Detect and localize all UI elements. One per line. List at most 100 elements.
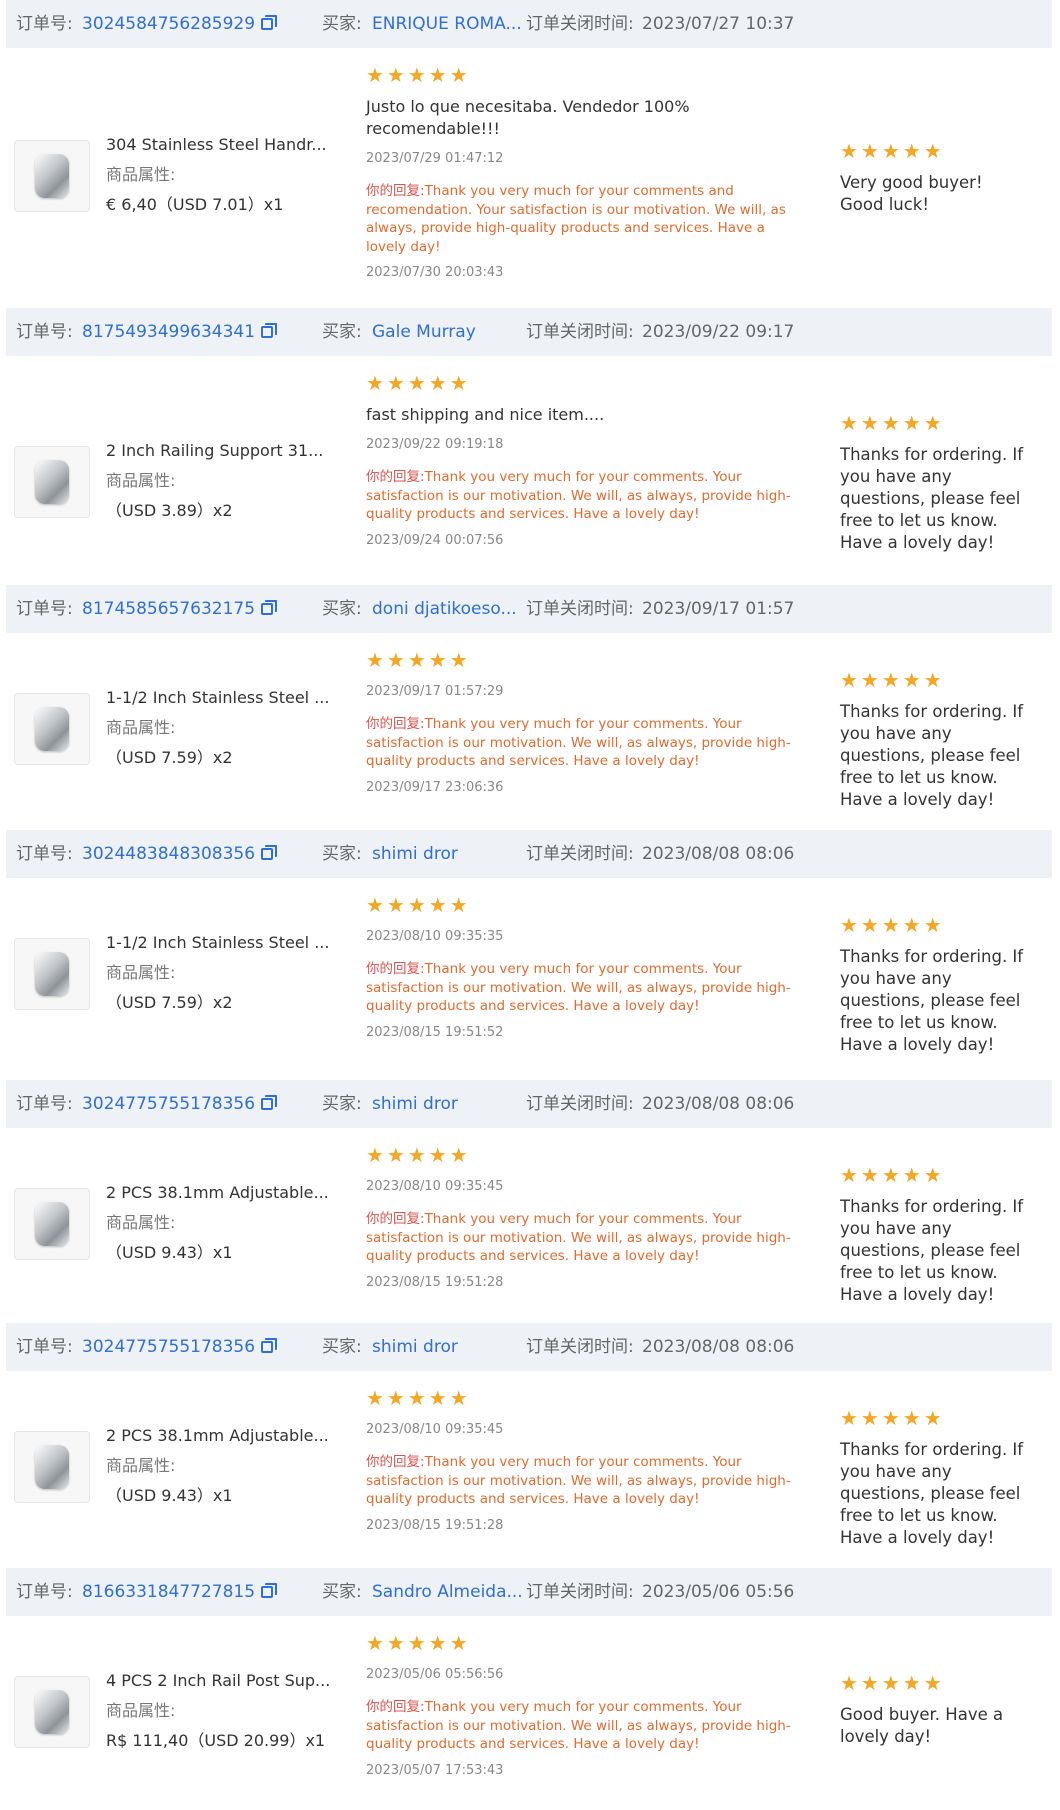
product-attributes-label: 商品属性: xyxy=(106,165,176,184)
copy-icon[interactable] xyxy=(261,600,278,615)
order-header: 订单号: 8174585657632175 买家: doni djatikoeso..… xyxy=(6,585,1052,633)
reply-text: Thank you very much for your comments. Y… xyxy=(366,961,791,1014)
product-thumbnail[interactable] xyxy=(14,1676,90,1748)
buyer-name-link[interactable]: Gale Murray xyxy=(372,308,476,356)
buyer-name-link[interactable]: Sandro Almeida... xyxy=(372,1568,523,1616)
buyer-name-link[interactable]: shimi dror xyxy=(372,830,458,878)
order-header: 订单号: 8175493499634341 买家: Gale Murray 订单关闭时间… xyxy=(6,308,1052,356)
reply-text: Thank you very much for your comments. Y… xyxy=(366,716,791,769)
rating-stars: ★★★★★ xyxy=(366,893,471,917)
product-thumbnail[interactable] xyxy=(14,693,90,765)
closed-time-label: 订单关闭时间: xyxy=(526,14,634,34)
feedback-stars: ★★★★★ xyxy=(840,1406,945,1430)
product-title[interactable]: 2 PCS 38.1mm Adjustable... xyxy=(106,1421,346,1451)
product-thumbnail[interactable] xyxy=(14,140,90,212)
reply-date: 2023/07/30 20:03:43 xyxy=(366,265,504,280)
product-thumbnail[interactable] xyxy=(14,938,90,1010)
buyer-review: ★★★★★ 2023/08/10 09:35:45 你的回复:Thank you v… xyxy=(366,1144,806,1292)
order-card: 订单号: 3024775755178356 买家: shimi dror 订单关闭时间:… xyxy=(0,1080,1060,1323)
product-title[interactable]: 304 Stainless Steel Handr... xyxy=(106,130,346,160)
buyer-name-link[interactable]: ENRIQUE ROMA... xyxy=(372,0,522,48)
product-attributes-label: 商品属性: xyxy=(106,1213,176,1232)
product-title[interactable]: 1-1/2 Inch Stainless Steel ... xyxy=(106,928,346,958)
order-number-link[interactable]: 8166331847727815 xyxy=(82,1582,255,1602)
order-number[interactable]: 3024775755178356 xyxy=(82,1080,278,1128)
seller-feedback: ★★★★★ Good buyer. Have a lovely day! xyxy=(840,1672,1030,1748)
product-title[interactable]: 4 PCS 2 Inch Rail Post Sup... xyxy=(106,1666,346,1696)
product-image xyxy=(35,707,69,751)
order-header: 订单号: 8166331847727815 买家: Sandro Almeida...… xyxy=(6,1568,1052,1616)
reply-text: Thank you very much for your comments. Y… xyxy=(366,1211,791,1264)
buyer-label: 买家: xyxy=(322,1337,362,1357)
order-number-link[interactable]: 3024584756285929 xyxy=(82,14,255,34)
product-thumbnail[interactable] xyxy=(14,1188,90,1260)
buyer-review: ★★★★★ 2023/08/10 09:35:45 你的回复:Thank you v… xyxy=(366,1387,806,1535)
product-title[interactable]: 1-1/2 Inch Stainless Steel ... xyxy=(106,683,346,713)
product-price: （USD 7.59）x2 xyxy=(106,993,233,1012)
seller-reply: 你的回复:Thank you very much for your commen… xyxy=(366,1698,806,1754)
review-text: Justo lo que necesitaba. Vendedor 100% r… xyxy=(366,97,690,138)
product-details: 2 PCS 38.1mm Adjustable... 商品属性: （USD 9.43… xyxy=(106,1421,346,1511)
copy-icon[interactable] xyxy=(261,15,278,30)
product-attributes-label: 商品属性: xyxy=(106,471,176,490)
buyer-review: ★★★★★ 2023/05/06 05:56:56 你的回复:Thank you v… xyxy=(366,1632,806,1780)
review-date: 2023/07/29 01:47:12 xyxy=(366,151,504,166)
seller-feedback: ★★★★★ Thanks for ordering. If you have an… xyxy=(840,1164,1030,1306)
feedback-text: Thanks for ordering. If you have any que… xyxy=(840,1440,1024,1547)
buyer-name-link[interactable]: doni djatikoeso... xyxy=(372,585,517,633)
buyer-label: 买家: xyxy=(322,844,362,864)
buyer-label: 买家: xyxy=(322,14,362,34)
seller-feedback: ★★★★★ Thanks for ordering. If you have an… xyxy=(840,669,1030,811)
seller-feedback: ★★★★★ Thanks for ordering. If you have an… xyxy=(840,1407,1030,1549)
order-header: 订单号: 3024483848308356 买家: shimi dror 订单关闭时间:… xyxy=(6,830,1052,878)
copy-icon[interactable] xyxy=(261,1583,278,1598)
buyer-review: ★★★★★ 2023/09/17 01:57:29 你的回复:Thank you v… xyxy=(366,649,806,797)
product-details: 304 Stainless Steel Handr... 商品属性: € 6,40（… xyxy=(106,130,346,220)
order-number-link[interactable]: 3024775755178356 xyxy=(82,1337,255,1357)
product-image xyxy=(35,952,69,996)
order-number[interactable]: 3024584756285929 xyxy=(82,0,278,48)
order-number[interactable]: 8175493499634341 xyxy=(82,308,278,356)
product-thumbnail[interactable] xyxy=(14,446,90,518)
order-number-label: 订单号: xyxy=(16,844,73,864)
copy-icon[interactable] xyxy=(261,1338,278,1353)
order-number[interactable]: 3024775755178356 xyxy=(82,1323,278,1371)
feedback-text: Thanks for ordering. If you have any que… xyxy=(840,702,1024,809)
order-header: 订单号: 3024584756285929 买家: ENRIQUE ROMA... 订单… xyxy=(6,0,1052,48)
review-date: 2023/08/10 09:35:35 xyxy=(366,929,504,944)
order-number[interactable]: 8166331847727815 xyxy=(82,1568,278,1616)
copy-icon[interactable] xyxy=(261,845,278,860)
order-number-link[interactable]: 3024775755178356 xyxy=(82,1094,255,1114)
copy-icon[interactable] xyxy=(261,323,278,338)
reply-text: Thank you very much for your comments. Y… xyxy=(366,469,791,522)
seller-reply: 你的回复:Thank you very much for your commen… xyxy=(366,715,806,771)
product-title[interactable]: 2 Inch Railing Support 31... xyxy=(106,436,346,466)
reply-date: 2023/08/15 19:51:28 xyxy=(366,1517,504,1533)
review-date: 2023/05/06 05:56:56 xyxy=(366,1667,504,1682)
review-date: 2023/09/17 01:57:29 xyxy=(366,684,504,699)
product-title[interactable]: 2 PCS 38.1mm Adjustable... xyxy=(106,1178,346,1208)
order-number-link[interactable]: 3024483848308356 xyxy=(82,844,255,864)
order-number[interactable]: 8174585657632175 xyxy=(82,585,278,633)
reply-label: 你的回复: xyxy=(366,716,425,732)
feedback-stars: ★★★★★ xyxy=(840,668,945,692)
product-thumbnail[interactable] xyxy=(14,1431,90,1503)
buyer-name-link[interactable]: shimi dror xyxy=(372,1323,458,1371)
seller-reply: 你的回复:Thank you very much for your commen… xyxy=(366,1453,806,1509)
buyer-review: ★★★★★ Justo lo que necesitaba. Vendedor 1… xyxy=(366,64,806,282)
order-number-link[interactable]: 8174585657632175 xyxy=(82,599,255,619)
buyer-name-link[interactable]: shimi dror xyxy=(372,1080,458,1128)
copy-icon[interactable] xyxy=(261,1095,278,1110)
product-price: （USD 9.43）x1 xyxy=(106,1243,233,1262)
order-number-link[interactable]: 8175493499634341 xyxy=(82,322,255,342)
product-price: € 6,40（USD 7.01）x1 xyxy=(106,195,284,214)
reply-label: 你的回复: xyxy=(366,1211,425,1227)
feedback-text: Thanks for ordering. If you have any que… xyxy=(840,947,1024,1054)
feedback-text: Very good buyer! Good luck! xyxy=(840,173,983,214)
product-price: （USD 9.43）x1 xyxy=(106,1486,233,1505)
closed-time-value: 2023/08/08 08:06 xyxy=(642,1337,795,1357)
order-number[interactable]: 3024483848308356 xyxy=(82,830,278,878)
order-number-label: 订单号: xyxy=(16,322,73,342)
review-date: 2023/08/10 09:35:45 xyxy=(366,1422,504,1437)
rating-stars: ★★★★★ xyxy=(366,1631,471,1655)
